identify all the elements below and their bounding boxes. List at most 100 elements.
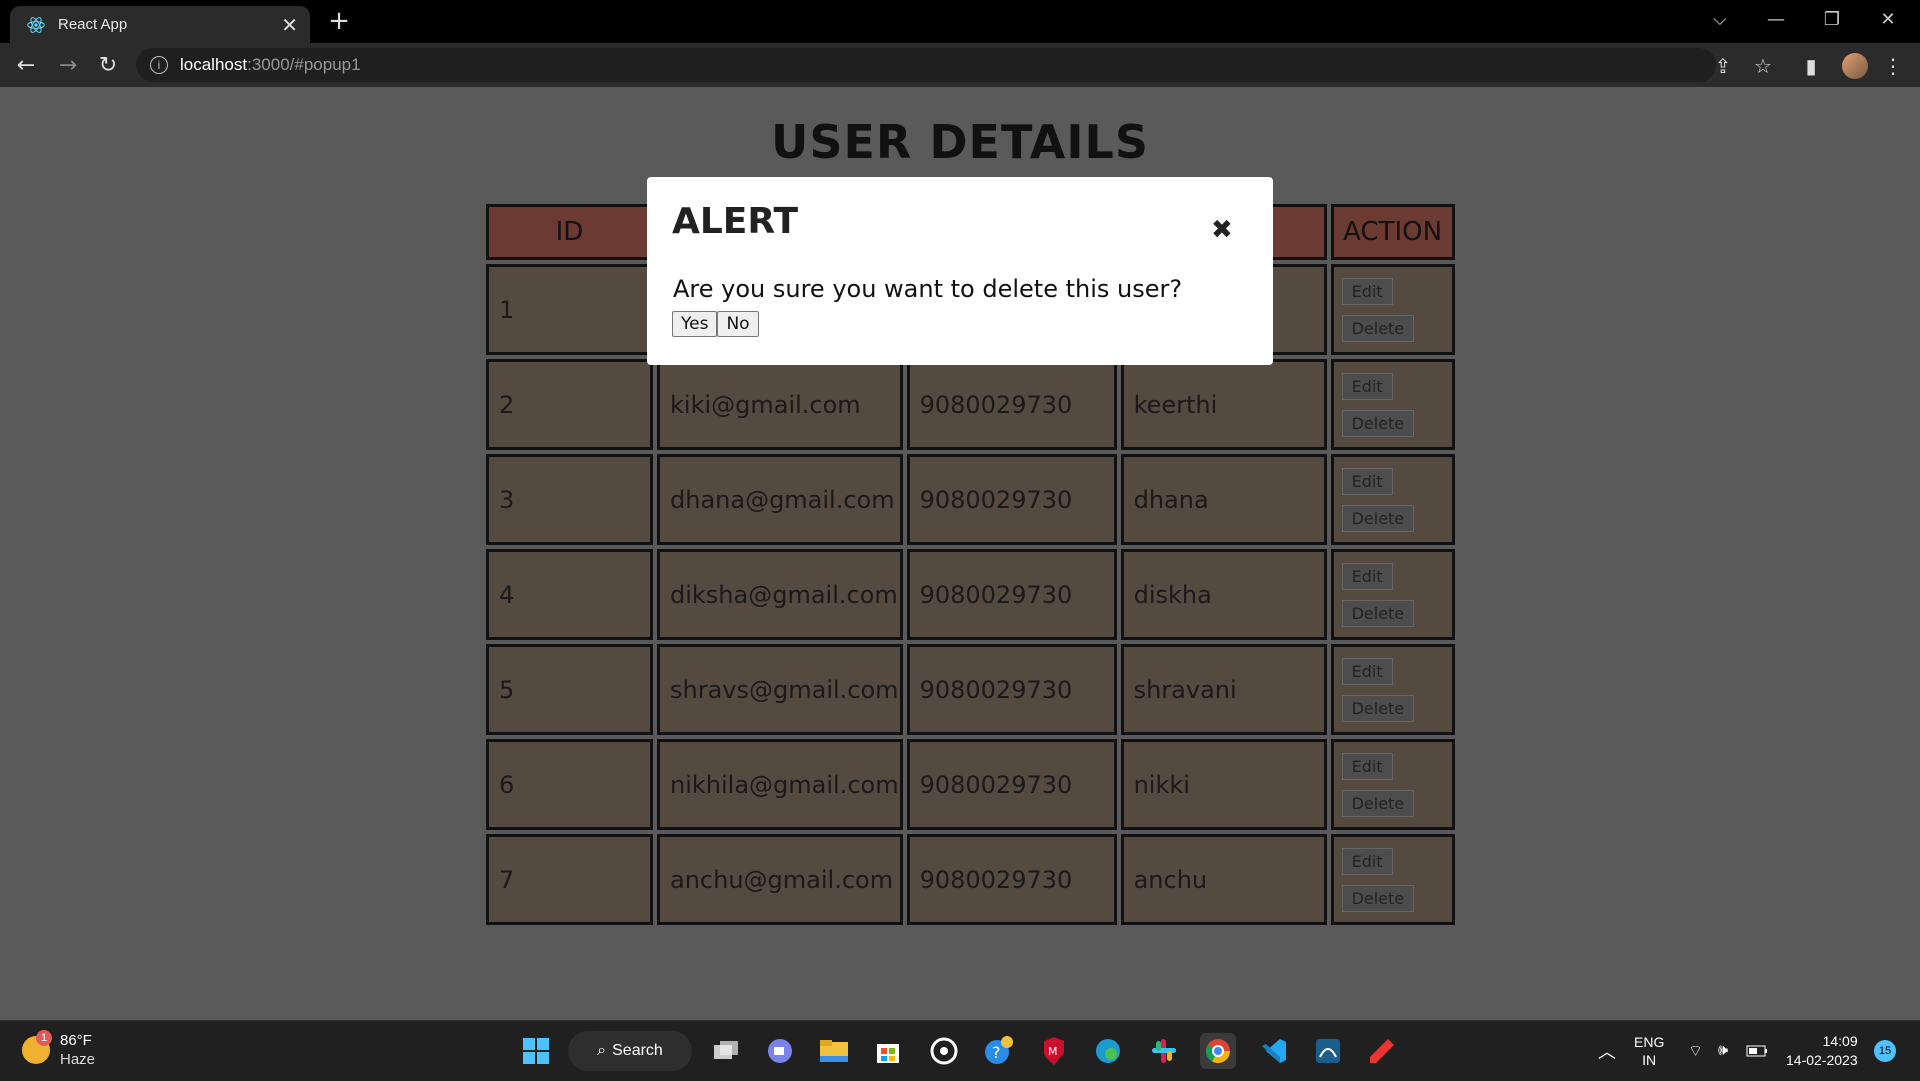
window-close-icon[interactable]: ✕	[1860, 0, 1916, 38]
bookmark-star-icon[interactable]: ☆	[1750, 53, 1776, 79]
phone-cell: 9080029730	[906, 739, 1117, 830]
dialog-message: Are you sure you want to delete this use…	[673, 275, 1183, 303]
table-row: 5 shravs@gmail.com 9080029730 shravani Edit D…	[486, 644, 1455, 735]
teams-chat-icon[interactable]	[762, 1033, 798, 1069]
phone-cell: 9080029730	[906, 644, 1117, 735]
language-label: ENG	[1634, 1034, 1665, 1050]
weather-sun-icon: 1	[22, 1030, 52, 1064]
edit-button[interactable]: Edit	[1341, 657, 1393, 685]
svg-text:M: M	[1048, 1045, 1058, 1058]
action-cell: Edit Delete	[1330, 264, 1455, 355]
windows-start-icon[interactable]	[518, 1033, 554, 1069]
site-info-icon[interactable]: i	[150, 56, 168, 74]
table-row: 3 dhana@gmail.com 9080029730 dhana Edit Delet…	[486, 454, 1455, 545]
name-cell: diskha	[1120, 549, 1327, 640]
table-row: 2 kiki@gmail.com 9080029730 keerthi Edit Dele…	[486, 359, 1455, 450]
menu-dots-icon[interactable]: ⋮	[1880, 53, 1906, 79]
browser-toolbar: ← → ↻ i localhost:3000/#popup1 ⇪ ☆ ▮ ⋮	[0, 43, 1920, 87]
edit-button[interactable]: Edit	[1341, 467, 1393, 495]
no-button[interactable]: No	[717, 311, 759, 337]
table-row: 7 anchu@gmail.com 9080029730 anchu Edit Delet…	[486, 834, 1455, 925]
action-cell: Edit Delete	[1330, 739, 1455, 830]
delete-button[interactable]: Delete	[1341, 314, 1415, 342]
edge-browser-icon[interactable]	[1090, 1033, 1126, 1069]
action-cell: Edit Delete	[1330, 834, 1455, 925]
phone-cell: 9080029730	[906, 454, 1117, 545]
microsoft-store-icon[interactable]	[870, 1033, 906, 1069]
table-row: 4 diksha@gmail.com 9080029730 diskha Edit Del…	[486, 549, 1455, 640]
edit-button[interactable]: Edit	[1341, 562, 1393, 590]
task-view-icon[interactable]	[708, 1033, 744, 1069]
edit-button[interactable]: Edit	[1341, 277, 1393, 305]
show-hidden-icons-chevron[interactable]: ︿	[1598, 1021, 1616, 1081]
github-desktop-icon[interactable]	[926, 1033, 962, 1069]
dialog-close-icon[interactable]: ✖	[1211, 215, 1233, 245]
name-cell: anchu	[1120, 834, 1327, 925]
delete-button[interactable]: Delete	[1341, 599, 1415, 627]
react-icon	[27, 16, 45, 33]
restore-icon[interactable]: ❐	[1804, 0, 1860, 38]
delete-button[interactable]: Delete	[1341, 884, 1415, 912]
taskbar-search-button[interactable]: ⌕ Search	[568, 1031, 692, 1071]
search-icon: ⌕	[597, 1042, 607, 1059]
delete-alert-dialog: ALERT ✖ Are you sure you want to delete …	[647, 177, 1273, 365]
edit-button[interactable]: Edit	[1341, 847, 1393, 875]
share-icon[interactable]: ⇪	[1710, 53, 1736, 79]
dialog-title: ALERT	[672, 201, 799, 242]
tab-close-icon[interactable]: ✕	[281, 13, 298, 37]
id-cell: 6	[486, 739, 653, 830]
profile-avatar[interactable]	[1842, 53, 1868, 79]
edit-button[interactable]: Edit	[1341, 372, 1393, 400]
notification-badge[interactable]: 15	[1874, 1021, 1896, 1081]
weather-badge: 1	[36, 1030, 52, 1046]
weather-widget[interactable]: 1 86°F Haze	[22, 1030, 95, 1069]
tab-title: React App	[58, 16, 128, 33]
delete-button[interactable]: Delete	[1341, 504, 1415, 532]
svg-text:?: ?	[992, 1043, 1001, 1062]
id-cell: 5	[486, 644, 653, 735]
id-cell: 1	[486, 264, 653, 355]
email-cell: shravs@gmail.com	[657, 644, 903, 735]
column-header-action: ACTION	[1330, 204, 1455, 260]
pen-app-icon[interactable]	[1364, 1033, 1400, 1069]
action-cell: Edit Delete	[1330, 549, 1455, 640]
wifi-icon[interactable]: ⌔	[1688, 1021, 1703, 1081]
language-indicator[interactable]: ENG IN	[1634, 1021, 1664, 1081]
phone-cell: 9080029730	[906, 549, 1117, 640]
forward-arrow-icon[interactable]: →	[52, 49, 84, 81]
delete-button[interactable]: Delete	[1341, 409, 1415, 437]
delete-button[interactable]: Delete	[1341, 789, 1415, 817]
reload-icon[interactable]: ↻	[92, 49, 124, 81]
address-bar[interactable]: i localhost:3000/#popup1	[136, 48, 1716, 82]
volume-icon[interactable]: 🕪	[1718, 1021, 1728, 1081]
tab-search-chevron-icon[interactable]: ⌵	[1692, 0, 1748, 38]
action-cell: Edit Delete	[1330, 359, 1455, 450]
browser-title-bar: React App ✕ + ⌵ — ❐ ✕	[0, 0, 1920, 43]
action-cell: Edit Delete	[1330, 644, 1455, 735]
id-cell: 2	[486, 359, 653, 450]
phone-cell: 9080029730	[906, 834, 1117, 925]
name-cell: dhana	[1120, 454, 1327, 545]
slack-icon[interactable]	[1146, 1033, 1182, 1069]
clock[interactable]: 14:09 14-02-2023	[1786, 1021, 1858, 1081]
table-row: 6 nikhila@gmail.com 9080029730 nikki Edit Del…	[486, 739, 1455, 830]
browser-tab[interactable]: React App ✕	[10, 6, 310, 43]
url-host: localhost	[180, 55, 248, 74]
delete-button[interactable]: Delete	[1341, 694, 1415, 722]
new-tab-icon[interactable]: +	[324, 6, 354, 36]
battery-icon[interactable]	[1746, 1021, 1768, 1081]
help-app-icon[interactable]: ?	[980, 1033, 1016, 1069]
clock-time: 14:09	[1822, 1033, 1858, 1049]
yes-button[interactable]: Yes	[672, 311, 718, 337]
minimize-icon[interactable]: —	[1748, 0, 1804, 38]
chrome-icon[interactable]	[1200, 1033, 1236, 1069]
vscode-icon[interactable]	[1256, 1033, 1292, 1069]
side-panel-icon[interactable]: ▮	[1798, 53, 1824, 79]
url-path: :3000/#popup1	[247, 55, 361, 74]
mcafee-icon[interactable]: M	[1036, 1033, 1072, 1069]
edit-button[interactable]: Edit	[1341, 752, 1393, 780]
mysql-workbench-icon[interactable]	[1310, 1033, 1346, 1069]
name-cell: nikki	[1120, 739, 1327, 830]
file-explorer-icon[interactable]	[816, 1033, 852, 1069]
back-arrow-icon[interactable]: ←	[10, 49, 42, 81]
